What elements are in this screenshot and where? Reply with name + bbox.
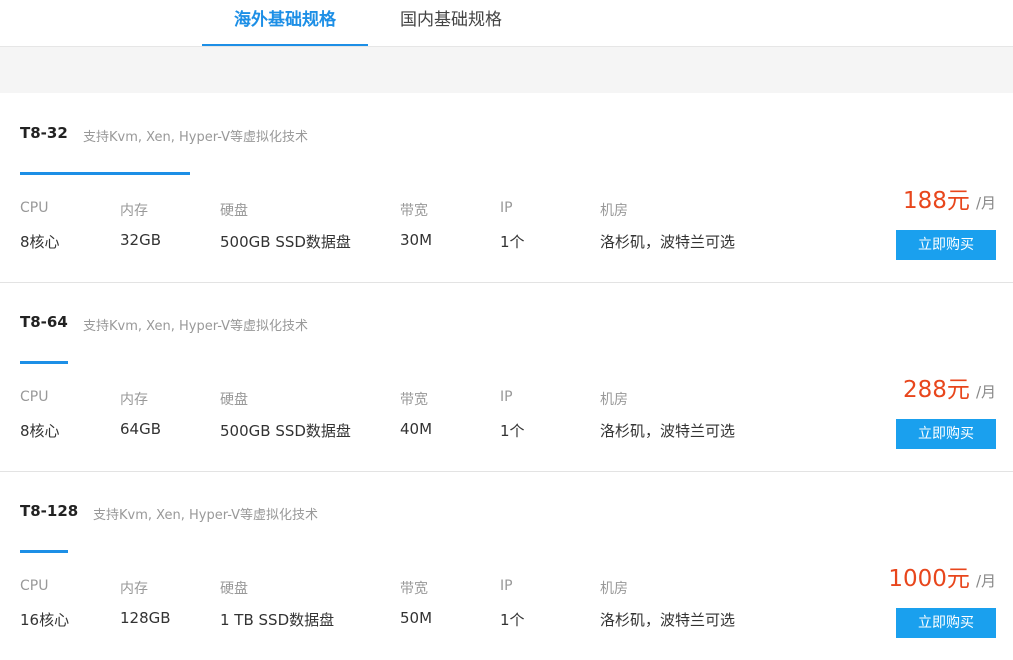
datacenter-label: 机房 xyxy=(600,581,628,597)
disk-label: 硬盘 xyxy=(220,581,248,597)
bandwidth-value: 40M xyxy=(400,420,433,438)
price-amount: 1000元 xyxy=(888,566,970,592)
price: 288元/月 xyxy=(903,370,996,404)
bandwidth-value: 50M xyxy=(400,609,433,627)
price-amount: 188元 xyxy=(903,188,970,214)
cpu-label: CPU xyxy=(20,578,49,594)
plan-name: T8-128 xyxy=(20,502,79,520)
disk-value: 500GB SSD数据盘 xyxy=(220,422,351,440)
bandwidth-label: 带宽 xyxy=(400,392,428,408)
buy-now-button[interactable]: 立即购买 xyxy=(896,608,996,638)
bandwidth-label: 带宽 xyxy=(400,203,428,219)
disk-label: 硬盘 xyxy=(220,392,248,408)
cpu-value: 8核心 xyxy=(20,233,60,251)
plan-description: 支持Kvm, Xen, Hyper-V等虚拟化技术 xyxy=(83,319,309,334)
ip-label: IP xyxy=(500,200,513,216)
datacenter-value: 洛杉矶，波特兰可选 xyxy=(600,233,736,251)
disk-label: 硬盘 xyxy=(220,203,248,219)
price: 1000元/月 xyxy=(888,559,996,593)
memory-label: 内存 xyxy=(120,581,148,597)
ip-value: 1个 xyxy=(500,611,525,629)
memory-label: 内存 xyxy=(120,392,148,408)
ip-value: 1个 xyxy=(500,422,525,440)
bandwidth-value: 30M xyxy=(400,231,433,249)
buy-now-button[interactable]: 立即购买 xyxy=(896,230,996,260)
plan-description: 支持Kvm, Xen, Hyper-V等虚拟化技术 xyxy=(83,130,309,145)
price-unit: /月 xyxy=(975,383,996,401)
disk-value: 500GB SSD数据盘 xyxy=(220,233,351,251)
price-unit: /月 xyxy=(975,194,996,212)
bandwidth-label: 带宽 xyxy=(400,581,428,597)
price: 188元/月 xyxy=(903,181,996,215)
datacenter-value: 洛杉矶，波特兰可选 xyxy=(600,422,736,440)
plan-description: 支持Kvm, Xen, Hyper-V等虚拟化技术 xyxy=(93,508,319,523)
datacenter-label: 机房 xyxy=(600,203,628,219)
disk-value: 1 TB SSD数据盘 xyxy=(220,611,335,629)
cpu-label: CPU xyxy=(20,389,49,405)
price-unit: /月 xyxy=(975,572,996,590)
memory-value: 32GB xyxy=(120,231,162,249)
plan-card: T8-64 支持Kvm, Xen, Hyper-V等虚拟化技术 CPU 内存 硬… xyxy=(0,282,1013,472)
spec-tabs: 海外基础规格 国内基础规格 xyxy=(0,0,1013,47)
ip-label: IP xyxy=(500,578,513,594)
buy-now-button[interactable]: 立即购买 xyxy=(896,419,996,449)
tab-overseas-specs[interactable]: 海外基础规格 xyxy=(202,0,368,46)
plan-accent-bar xyxy=(20,550,68,553)
plan-card: T8-128 支持Kvm, Xen, Hyper-V等虚拟化技术 CPU 内存 … xyxy=(0,471,1013,660)
plan-accent-bar xyxy=(20,361,68,364)
cpu-value: 8核心 xyxy=(20,422,60,440)
ip-value: 1个 xyxy=(500,233,525,251)
active-tab-indicator xyxy=(202,44,368,46)
section-spacer xyxy=(0,47,1013,93)
memory-value: 64GB xyxy=(120,420,162,438)
memory-label: 内存 xyxy=(120,203,148,219)
plan-name: T8-64 xyxy=(20,313,68,331)
plan-name: T8-32 xyxy=(20,124,68,142)
price-amount: 288元 xyxy=(903,377,970,403)
datacenter-label: 机房 xyxy=(600,392,628,408)
ip-label: IP xyxy=(500,389,513,405)
memory-value: 128GB xyxy=(120,609,171,627)
tab-domestic-specs[interactable]: 国内基础规格 xyxy=(368,0,534,46)
plan-accent-bar xyxy=(20,172,190,175)
cpu-label: CPU xyxy=(20,200,49,216)
datacenter-value: 洛杉矶，波特兰可选 xyxy=(600,611,736,629)
plan-card: T8-32 支持Kvm, Xen, Hyper-V等虚拟化技术 CPU 内存 硬… xyxy=(0,93,1013,283)
cpu-value: 16核心 xyxy=(20,611,70,629)
